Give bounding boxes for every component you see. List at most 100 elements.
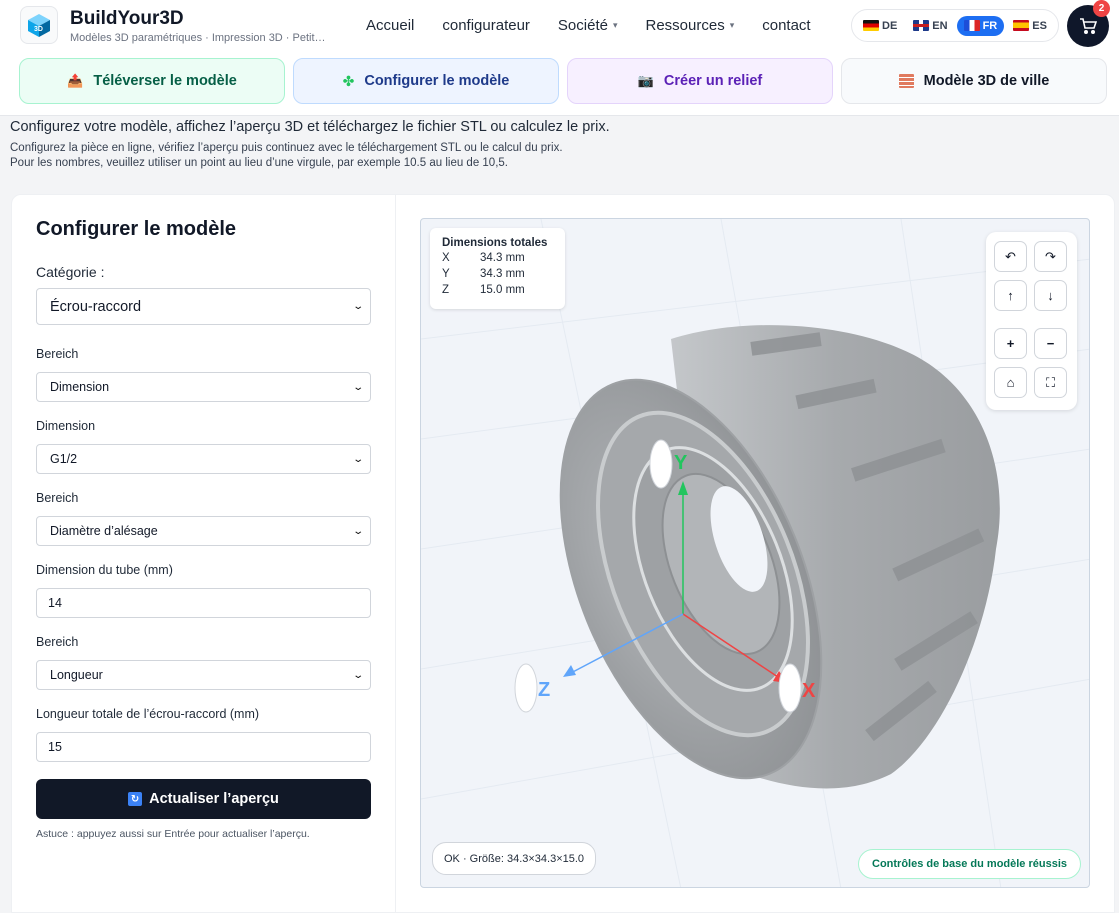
3d-viewer[interactable]: Y X Z Dimensions totales X 34.3 mm Y 34.3 … <box>420 218 1090 888</box>
rotate-left-button[interactable]: ↶ <box>994 241 1027 272</box>
mode-tabs: 📤 Téléverser le modèle ✤ Configurer le m… <box>19 58 1107 104</box>
x-axis-label: X <box>802 680 816 702</box>
dimension-label: Dimension <box>36 419 96 433</box>
form-hint: Astuce : appuyez aussi sur Entrée pour a… <box>36 828 310 840</box>
cube-logo-icon[interactable]: 3D <box>20 6 58 44</box>
upload-box-icon: 📤 <box>67 73 84 88</box>
bereich-value-1: Dimension <box>50 380 110 394</box>
nav-ressources[interactable]: Ressources ▾ <box>646 17 735 34</box>
arrow-down-icon: ↓ <box>1047 288 1054 303</box>
tab-label: Configurer le modèle <box>364 73 510 89</box>
brand-tagline: Modèles 3D paramétriques · Impression 3D… <box>70 32 326 44</box>
chevron-down-icon: ⌄ <box>351 669 364 681</box>
intro-line-3: Pour les nombres, veuillez utiliser un p… <box>10 157 508 169</box>
tab-create-relief[interactable]: 📷 Créer un relief <box>567 58 833 104</box>
move-down-button[interactable]: ↓ <box>1034 280 1067 311</box>
chevron-down-icon: ▾ <box>729 20 735 30</box>
view-controls: ↶ ↷ ↑ ↓ + − ⌂ ⛶ <box>986 232 1077 410</box>
bereich-value-2: Diamètre d’alésage <box>50 524 158 538</box>
total-length-input[interactable]: 15 <box>36 732 371 762</box>
tab-label: Téléverser le modèle <box>93 73 237 89</box>
lang-en[interactable]: EN <box>906 16 954 36</box>
plus-icon: + <box>1006 336 1015 351</box>
chevron-down-icon: ⌄ <box>351 453 364 465</box>
nav-configurateur[interactable]: configurateur <box>442 17 530 34</box>
bereich-label-2: Bereich <box>36 491 79 505</box>
nav-contact[interactable]: contact <box>762 17 810 34</box>
tab-upload-model[interactable]: 📤 Téléverser le modèle <box>19 58 285 104</box>
site-header: 3D BuildYour3D Modèles 3D paramétriques … <box>0 0 1119 116</box>
y-axis-label: Y <box>674 452 688 474</box>
lang-fr[interactable]: FR <box>956 15 1005 36</box>
dimension-row-x: X 34.3 mm <box>442 252 525 264</box>
update-preview-button[interactable]: ↻ Actualiser l’aperçu <box>36 779 371 819</box>
tab-label: Créer un relief <box>663 73 763 89</box>
dimension-select[interactable]: G1/2 ⌄ <box>36 444 371 474</box>
dimension-row-y: Y 34.3 mm <box>442 268 525 280</box>
cart-icon <box>1080 18 1097 35</box>
intro-text: Configurez votre modèle, affichez l’aper… <box>10 119 610 169</box>
dimensions-card: Dimensions totales X 34.3 mm Y 34.3 mm Z 15… <box>430 228 565 309</box>
category-value: Écrou-raccord <box>50 298 142 315</box>
bereich-select-3[interactable]: Longueur ⌄ <box>36 660 371 690</box>
intro-line-1: Configurez votre modèle, affichez l’aper… <box>10 119 610 135</box>
nav-societe[interactable]: Société ▾ <box>558 17 618 34</box>
total-length-label: Longueur totale de l’écrou-raccord (mm) <box>36 707 260 721</box>
bereich-label-1: Bereich <box>36 347 79 361</box>
chevron-down-icon: ⌄ <box>351 301 364 312</box>
language-switcher: DE EN FR ES <box>851 9 1059 42</box>
german-flag-icon <box>863 20 879 31</box>
chevron-down-icon: ⌄ <box>351 525 364 537</box>
arrow-up-icon: ↑ <box>1007 288 1014 303</box>
dimensions-title: Dimensions totales <box>442 237 548 249</box>
spanish-flag-icon <box>1013 20 1030 31</box>
rotate-right-button[interactable]: ↷ <box>1034 241 1067 272</box>
uk-flag-icon <box>913 20 930 31</box>
chevron-down-icon: ▾ <box>612 20 618 30</box>
lang-es[interactable]: ES <box>1006 16 1054 36</box>
config-form: Configurer le modèle Catégorie : Écrou-r… <box>36 218 371 840</box>
bereich-label-3: Bereich <box>36 635 79 649</box>
z-axis-label: Z <box>538 679 550 701</box>
nav-accueil[interactable]: Accueil <box>366 17 414 34</box>
tab-configure-model[interactable]: ✤ Configurer le modèle <box>293 58 559 104</box>
dimension-value: G1/2 <box>50 452 78 466</box>
update-preview-label: Actualiser l’aperçu <box>149 791 279 807</box>
tube-dimension-input[interactable]: 14 <box>36 588 371 618</box>
tube-dimension-label: Dimension du tube (mm) <box>36 563 173 577</box>
minus-icon: − <box>1046 336 1055 351</box>
main-nav: Accueil configurateur Société ▾ Ressource… <box>366 17 811 34</box>
chevron-down-icon: ⌄ <box>351 381 364 393</box>
brick-icon <box>898 74 914 88</box>
checks-passed-badge: Contrôles de base du modèle réussis <box>858 849 1082 879</box>
tab-city-model[interactable]: Modèle 3D de ville <box>841 58 1107 104</box>
fullscreen-icon: ⛶ <box>1045 374 1056 390</box>
lang-de[interactable]: DE <box>856 16 904 36</box>
bereich-select-2[interactable]: Diamètre d’alésage ⌄ <box>36 516 371 546</box>
category-select[interactable]: Écrou-raccord ⌄ <box>36 288 371 325</box>
zoom-in-button[interactable]: + <box>994 328 1027 359</box>
size-status-badge: OK · Größe: 34.3×34.3×15.0 <box>432 842 597 875</box>
union-nut-model <box>559 325 1000 789</box>
fullscreen-button[interactable]: ⛶ <box>1034 367 1067 398</box>
zoom-out-button[interactable]: − <box>1034 328 1067 359</box>
reset-view-button[interactable]: ⌂ <box>994 367 1027 398</box>
tab-label: Modèle 3D de ville <box>923 73 1050 89</box>
bereich-value-3: Longueur <box>50 668 103 682</box>
french-flag-icon <box>963 20 980 31</box>
rotate-left-icon: ↶ <box>1005 248 1016 264</box>
camera-icon: 📷 <box>637 73 654 88</box>
puzzle-icon: ✤ <box>342 72 355 89</box>
cart-count-badge: 2 <box>1093 0 1110 17</box>
form-title: Configurer le modèle <box>36 218 237 240</box>
dimension-row-z: Z 15.0 mm <box>442 284 525 296</box>
brand-name[interactable]: BuildYour3D <box>70 8 184 30</box>
move-up-button[interactable]: ↑ <box>994 280 1027 311</box>
home-icon: ⌂ <box>1006 375 1015 390</box>
refresh-icon: ↻ <box>128 792 143 806</box>
intro-line-2: Configurez la pièce en ligne, vérifiez l… <box>10 142 563 154</box>
category-label: Catégorie : <box>36 264 105 280</box>
svg-text:3D: 3D <box>34 26 43 33</box>
panel-divider <box>395 194 396 913</box>
bereich-select-1[interactable]: Dimension ⌄ <box>36 372 371 402</box>
